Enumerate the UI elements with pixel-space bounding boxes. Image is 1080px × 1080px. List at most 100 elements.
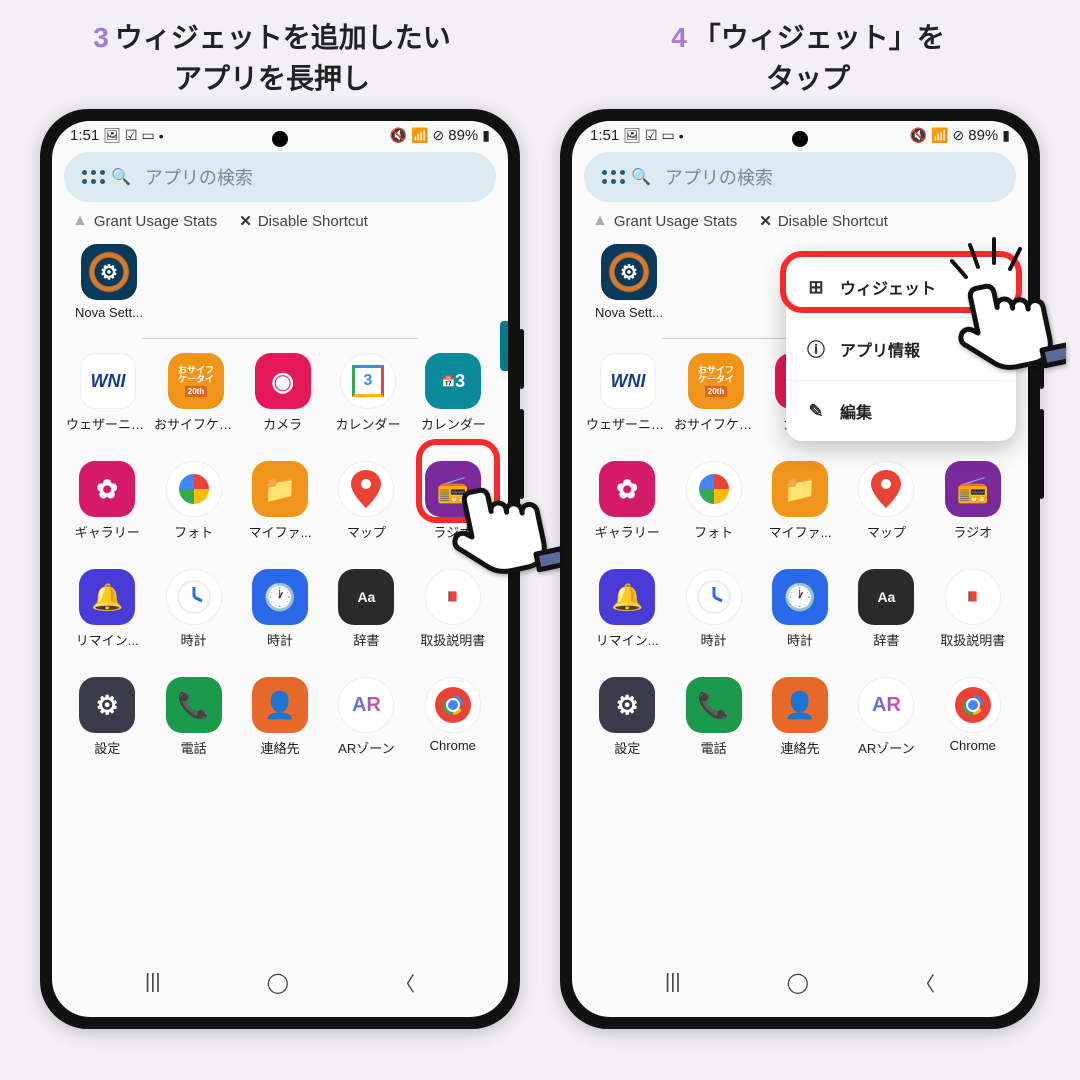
phone-label: 電話 — [701, 738, 727, 757]
app-gcal[interactable]: 3カレンダー — [327, 353, 408, 433]
app-camera[interactable]: ◉カメラ — [242, 353, 323, 433]
steps-header: 3ウィジェットを追加したいアプリを長押し 4「ウィジェット」をタップ — [24, 18, 1056, 99]
app-dict[interactable]: Aa辞書 — [325, 569, 407, 649]
status-icon-card: ▭ — [142, 127, 155, 144]
info-icon: ⓘ — [806, 336, 826, 362]
search-icon: 🔍 — [111, 167, 131, 187]
app-photos[interactable]: フォト — [672, 461, 754, 541]
clock2-icon: 🕐 — [252, 569, 308, 625]
app-gallery[interactable]: ✿ギャラリー — [66, 461, 148, 541]
app-chrome[interactable]: Chrome — [932, 677, 1014, 757]
app-osaifu[interactable]: おサイフケータイ20thおサイフケータイ — [154, 353, 238, 433]
app-manual[interactable]: 📕取扱説明書 — [932, 569, 1014, 649]
battery-text: 89% — [448, 127, 478, 144]
app-nova-settings[interactable]: Nova Sett... — [588, 244, 670, 320]
app-phone[interactable]: 📞電話 — [152, 677, 234, 757]
chip-disable[interactable]: ✕Disable Shortcut — [745, 208, 896, 234]
phone-icon: 📞 — [166, 677, 222, 733]
clock2-label: 時計 — [787, 630, 813, 649]
app-clock2[interactable]: 🕐 時計 — [239, 569, 321, 649]
app-contacts[interactable]: 👤連絡先 — [759, 677, 841, 757]
phones-container: 1:51 🖼 ☑ ▭ • 🔇 📶 ⊘ 89% ▮ 🔍 アプリの検索 — [24, 109, 1056, 1080]
chip-disable[interactable]: ✕Disable Shortcut — [225, 208, 376, 234]
app-dict[interactable]: Aa辞書 — [845, 569, 927, 649]
close-icon: ✕ — [759, 212, 772, 230]
app-ar[interactable]: ARARゾーン — [325, 677, 407, 757]
nav-recents[interactable]: ||| — [145, 971, 161, 994]
search-bar[interactable]: 🔍 アプリの検索 — [584, 152, 1016, 202]
chrome-label: Chrome — [430, 738, 476, 753]
nav-bar: ||| ◯ 〈 — [52, 948, 508, 1017]
app-maps[interactable]: マップ — [845, 461, 927, 541]
app-clock1[interactable]: 時計 — [672, 569, 754, 649]
dict-label: 辞書 — [353, 630, 379, 649]
search-placeholder: アプリの検索 — [145, 164, 253, 190]
nav-recents[interactable]: ||| — [665, 971, 681, 994]
search-bar[interactable]: 🔍 アプリの検索 — [64, 152, 496, 202]
clock2-label: 時計 — [267, 630, 293, 649]
app-wni[interactable]: WNIウェザーニュース — [586, 353, 670, 433]
wni-icon: WNI — [600, 353, 656, 409]
contacts-label: 連絡先 — [260, 738, 299, 757]
files-icon: 📁 — [252, 461, 308, 517]
gcal-icon: 3 — [340, 353, 396, 409]
app-osaifu[interactable]: おサイフケータイ20thおサイフケータイ — [674, 353, 758, 433]
app-grid-row3: 🔔リマイン...時計🕐時計Aa辞書📕取扱説明書 — [572, 569, 1028, 649]
nav-back[interactable]: 〈 — [395, 968, 415, 997]
nav-home[interactable]: ◯ — [267, 970, 289, 995]
app-contacts[interactable]: 👤 連絡先 — [239, 677, 321, 757]
app-drawer-icon — [602, 170, 625, 184]
nova-label: Nova Sett... — [75, 305, 143, 320]
scroll-handle[interactable] — [500, 321, 508, 371]
app-wni[interactable]: WNIウェザーニュース — [66, 353, 150, 433]
status-icon-image: 🖼 — [623, 127, 641, 144]
contacts-icon: 👤 — [252, 677, 308, 733]
nova-icon — [81, 244, 137, 300]
menu-edit[interactable]: ✎ 編集 — [786, 380, 1016, 441]
status-icon-card: ▭ — [662, 127, 675, 144]
nav-back[interactable]: 〈 — [915, 968, 935, 997]
contacts-icon: 👤 — [772, 677, 828, 733]
app-settings[interactable]: ⚙設定 — [586, 677, 668, 757]
pointer-hand-left — [440, 469, 560, 589]
scal-icon: 📅3 — [425, 353, 481, 409]
app-files[interactable]: 📁マイファ... — [759, 461, 841, 541]
battery-icon: ▮ — [1002, 127, 1010, 144]
app-photos[interactable]: フォト — [152, 461, 234, 541]
chip-grant[interactable]: ▲Grant Usage Stats — [584, 208, 745, 234]
app-settings[interactable]: ⚙設定 — [66, 677, 148, 757]
nova-label: Nova Sett... — [595, 305, 663, 320]
app-radio[interactable]: 📻 ラジオ — [932, 461, 1014, 541]
volume-button — [519, 329, 524, 389]
nova-icon — [601, 244, 657, 300]
app-nova-settings[interactable]: Nova Sett... — [68, 244, 150, 320]
radio-icon: 📻 — [945, 461, 1001, 517]
app-clock2[interactable]: 🕐時計 — [759, 569, 841, 649]
osaifu-label: おサイフケータイ — [674, 414, 758, 433]
chip-grant[interactable]: ▲Grant Usage Stats — [64, 208, 225, 234]
status-icon-check: ☑ — [125, 127, 138, 144]
battery-text: 89% — [968, 127, 998, 144]
remind-icon: 🔔 — [79, 569, 135, 625]
app-chrome[interactable]: Chrome — [412, 677, 494, 757]
app-clock1[interactable]: 時計 — [152, 569, 234, 649]
manual-icon: 📕 — [945, 569, 1001, 625]
app-files[interactable]: 📁マイファ... — [239, 461, 321, 541]
gallery-icon: ✿ — [79, 461, 135, 517]
app-ar[interactable]: ARARゾーン — [845, 677, 927, 757]
app-remind[interactable]: 🔔リマイン... — [66, 569, 148, 649]
nodata-icon: ⊘ — [953, 127, 965, 144]
app-grid-row4: ⚙設定📞電話 👤 連絡先 ARARゾーン Chrome — [52, 677, 508, 757]
app-phone[interactable]: 📞電話 — [672, 677, 754, 757]
clock1-label: 時計 — [181, 630, 207, 649]
app-gallery[interactable]: ✿ギャラリー — [586, 461, 668, 541]
app-scal[interactable]: 📅3カレンダー — [413, 353, 494, 433]
warning-icon: ▲ — [72, 212, 88, 230]
status-dot: • — [159, 128, 164, 144]
app-grid-row2: ✿ギャラリーフォト📁マイファ...マップ 📻 ラジオ — [572, 461, 1028, 541]
nav-home[interactable]: ◯ — [787, 970, 809, 995]
app-maps[interactable]: マップ — [325, 461, 407, 541]
radio-label: ラジオ — [953, 522, 992, 541]
app-remind[interactable]: 🔔リマイン... — [586, 569, 668, 649]
nodata-icon: ⊘ — [433, 127, 445, 144]
